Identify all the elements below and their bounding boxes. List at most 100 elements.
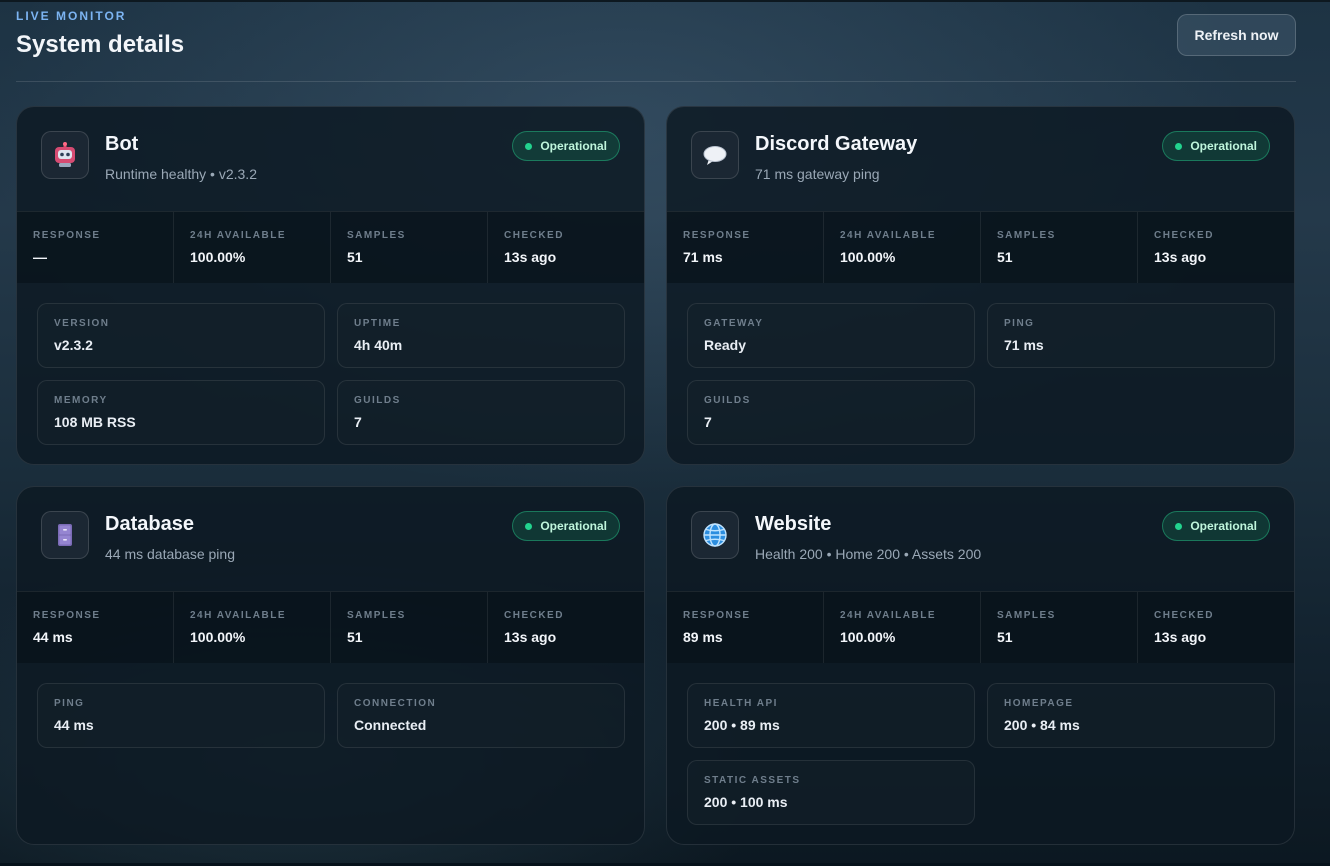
stat-value: 13s ago — [1154, 249, 1207, 265]
tile-label: GUILDS — [704, 395, 751, 406]
stat-samples: SAMPLES 51 — [331, 592, 488, 663]
stat-label: RESPONSE — [683, 230, 751, 241]
detail-tile-uptime: UPTIME 4h 40m — [337, 303, 625, 368]
status-label: Operational — [1190, 519, 1257, 533]
status-badge: Operational — [512, 131, 620, 161]
stat-label: CHECKED — [1154, 230, 1214, 241]
stat-label: SAMPLES — [997, 230, 1056, 241]
stat-value: 13s ago — [1154, 629, 1207, 645]
stat-label: 24H AVAILABLE — [840, 230, 936, 241]
stat-label: SAMPLES — [347, 230, 406, 241]
stat-value: 71 ms — [683, 249, 723, 265]
detail-tile-memory: MEMORY 108 MB RSS — [37, 380, 325, 445]
stat-value: 100.00% — [840, 629, 896, 645]
tile-label: MEMORY — [54, 395, 108, 406]
status-label: Operational — [540, 139, 607, 153]
stat-response: RESPONSE 71 ms — [667, 212, 824, 283]
tile-value: 44 ms — [54, 717, 94, 733]
stat-samples: SAMPLES 51 — [981, 592, 1138, 663]
tile-label: PING — [1004, 318, 1035, 329]
card-subtitle: Runtime healthy • v2.3.2 — [105, 166, 257, 182]
detail-tile-homepage: HOMEPAGE 200 • 84 ms — [987, 683, 1275, 748]
globe-icon — [691, 511, 739, 559]
stat-response: RESPONSE 89 ms — [667, 592, 824, 663]
stat-label: SAMPLES — [347, 610, 406, 621]
page-header: LIVE MONITOR System details Refresh now — [16, 9, 1296, 82]
card-header: Discord Gateway 71 ms gateway ping Opera… — [667, 107, 1294, 211]
detail-tile-health-api: HEALTH API 200 • 89 ms — [687, 683, 975, 748]
stat-value: 51 — [997, 249, 1013, 265]
tile-value: 71 ms — [1004, 337, 1044, 353]
stat-availability: 24H AVAILABLE 100.00% — [824, 592, 981, 663]
stats-row: RESPONSE — 24H AVAILABLE 100.00% SAMPLES… — [17, 211, 644, 283]
stat-label: RESPONSE — [683, 610, 751, 621]
stat-label: SAMPLES — [997, 610, 1056, 621]
status-dot-icon — [1175, 523, 1183, 530]
page-eyebrow: LIVE MONITOR — [16, 9, 127, 23]
stat-checked: CHECKED 13s ago — [488, 212, 644, 283]
status-badge: Operational — [512, 511, 620, 541]
file-cabinet-icon — [41, 511, 89, 559]
status-dot-icon — [525, 523, 533, 530]
tile-label: CONNECTION — [354, 698, 437, 709]
card-subtitle: 71 ms gateway ping — [755, 166, 880, 182]
status-badge: Operational — [1162, 131, 1270, 161]
card-header: Bot Runtime healthy • v2.3.2 Operational — [17, 107, 644, 211]
stat-checked: CHECKED 13s ago — [488, 592, 644, 663]
window-top-edge — [0, 0, 1330, 2]
tile-value: Ready — [704, 337, 747, 353]
detail-tile-guilds: GUILDS 7 — [337, 380, 625, 445]
stat-value: 100.00% — [190, 629, 246, 645]
stat-label: 24H AVAILABLE — [840, 610, 936, 621]
detail-tile-connection: CONNECTION Connected — [337, 683, 625, 748]
page-title: System details — [16, 31, 185, 58]
status-badge: Operational — [1162, 511, 1270, 541]
stat-label: RESPONSE — [33, 610, 101, 621]
status-label: Operational — [540, 519, 607, 533]
tile-value: 200 • 100 ms — [704, 794, 788, 810]
card-title: Database — [105, 513, 194, 535]
stat-value: 51 — [347, 249, 363, 265]
tile-label: GATEWAY — [704, 318, 764, 329]
service-card-database: Database 44 ms database ping Operational… — [16, 486, 645, 845]
stat-label: 24H AVAILABLE — [190, 610, 286, 621]
stat-response: RESPONSE 44 ms — [17, 592, 174, 663]
stats-row: RESPONSE 44 ms 24H AVAILABLE 100.00% SAM… — [17, 591, 644, 663]
tile-value: Connected — [354, 717, 427, 733]
tile-label: HOMEPAGE — [1004, 698, 1074, 709]
service-card-discord-gateway: Discord Gateway 71 ms gateway ping Opera… — [666, 106, 1295, 465]
robot-icon — [41, 131, 89, 179]
card-title: Bot — [105, 133, 139, 155]
stat-samples: SAMPLES 51 — [981, 212, 1138, 283]
stats-row: RESPONSE 71 ms 24H AVAILABLE 100.00% SAM… — [667, 211, 1294, 283]
status-dot-icon — [525, 143, 533, 150]
tile-label: STATIC ASSETS — [704, 775, 801, 786]
stat-value: 89 ms — [683, 629, 723, 645]
card-header: Website Health 200 • Home 200 • Assets 2… — [667, 487, 1294, 591]
stat-value: 51 — [347, 629, 363, 645]
stat-checked: CHECKED 13s ago — [1138, 592, 1294, 663]
stat-value: 100.00% — [840, 249, 896, 265]
stat-label: 24H AVAILABLE — [190, 230, 286, 241]
tile-label: HEALTH API — [704, 698, 778, 709]
tile-value: v2.3.2 — [54, 337, 93, 353]
detail-tile-static-assets: STATIC ASSETS 200 • 100 ms — [687, 760, 975, 825]
service-card-website: Website Health 200 • Home 200 • Assets 2… — [666, 486, 1295, 845]
stat-checked: CHECKED 13s ago — [1138, 212, 1294, 283]
tile-label: UPTIME — [354, 318, 401, 329]
tile-label: GUILDS — [354, 395, 401, 406]
stat-value: 13s ago — [504, 629, 557, 645]
stat-value: 13s ago — [504, 249, 557, 265]
stat-label: CHECKED — [504, 610, 564, 621]
stat-label: CHECKED — [504, 230, 564, 241]
tile-value: 4h 40m — [354, 337, 403, 353]
tile-value: 7 — [354, 414, 362, 430]
tile-value: 7 — [704, 414, 712, 430]
stat-label: CHECKED — [1154, 610, 1214, 621]
stat-availability: 24H AVAILABLE 100.00% — [824, 212, 981, 283]
stat-value: — — [33, 249, 47, 265]
stat-label: RESPONSE — [33, 230, 101, 241]
detail-tile-version: VERSION v2.3.2 — [37, 303, 325, 368]
stat-value: 44 ms — [33, 629, 73, 645]
refresh-button[interactable]: Refresh now — [1177, 14, 1296, 56]
